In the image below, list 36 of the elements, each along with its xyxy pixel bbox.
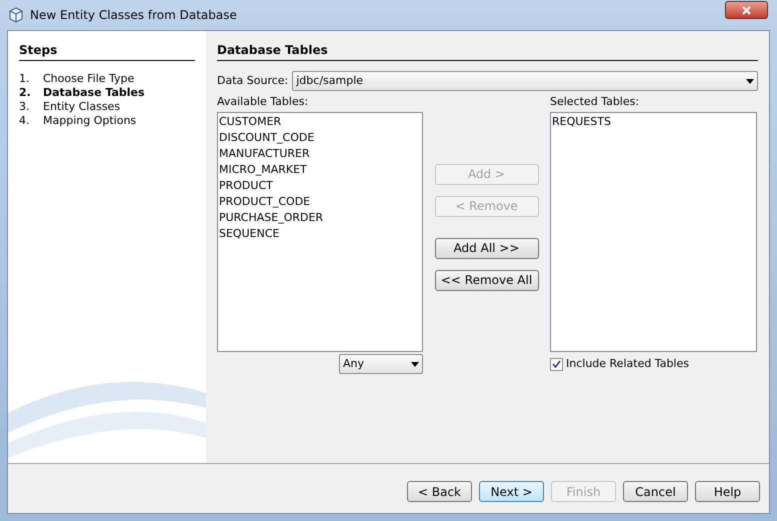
selected-tables-label: Selected Tables: [550,95,640,109]
data-source-dropdown[interactable]: jdbc/sample [292,71,758,91]
cube-icon [8,7,24,23]
checkbox[interactable] [550,358,563,371]
table-item[interactable]: PRODUCT_CODE [218,194,422,210]
table-item[interactable]: SEQUENCE [218,226,422,242]
step-item: 4. Mapping Options [19,114,138,128]
steps-title: Steps [19,41,195,61]
close-button[interactable] [725,1,768,19]
dialog-button[interactable]: Add All >> [434,238,538,258]
step-item: 3. Entity Classes [19,100,122,114]
dialog-button[interactable]: Next > [479,481,544,502]
dropdown-arrow-icon [746,78,754,84]
available-tables-label: Available Tables: [217,95,310,109]
close-icon [742,6,751,14]
table-item[interactable]: DISCOUNT_CODE [218,130,422,146]
table-item[interactable]: CUSTOMER [218,114,422,130]
table-item[interactable]: MANUFACTURER [218,146,422,162]
selected-tables-list[interactable]: REQUESTS [550,112,757,352]
window-title: New Entity Classes from Database [30,7,237,24]
available-tables-list[interactable]: CUSTOMER DISCOUNT_CODE MANUFACTURER MICRO_MARKET PRODUCT PRODUCT_CODE PURCHASE_ORDER SEQUENCE [217,112,423,352]
table-item[interactable]: PURCHASE_ORDER [218,210,422,226]
dialog-button[interactable]: Help [695,481,760,502]
table-item[interactable]: REQUESTS [551,114,756,130]
step-item: 2. Database Tables [19,86,146,100]
table-item[interactable]: PRODUCT [218,178,422,194]
panel-title: Database Tables [217,41,758,61]
include-related-label: Include Related Tables [566,356,689,372]
dialog-button[interactable]: << Remove All [434,270,538,290]
dropdown-arrow-icon [411,362,419,366]
table-item[interactable]: MICRO_MARKET [218,162,422,178]
dialog-button[interactable]: Cancel [623,481,688,502]
filter-dropdown[interactable]: Any [339,354,423,374]
data-source-label: Data Source: [217,72,288,89]
dialog-button[interactable]: < Back [407,481,472,502]
step-item: 1. Choose File Type [19,72,136,86]
